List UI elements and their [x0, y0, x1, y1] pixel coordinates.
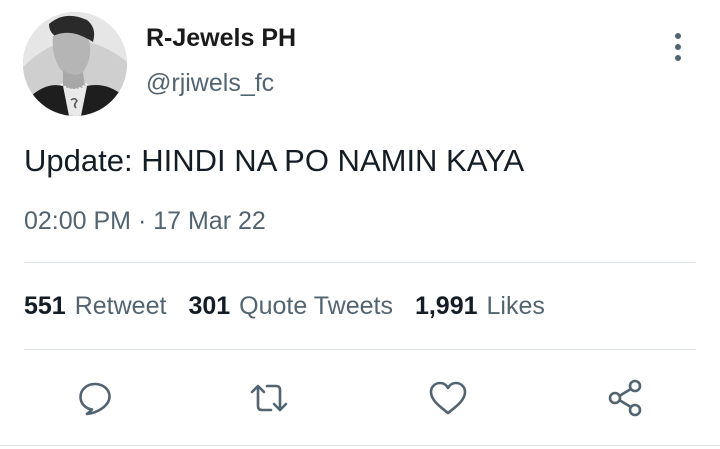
retweet-count: 551 [24, 292, 66, 320]
tweet-detail: R-Jewels PH @rjiwels_fc Update: HINDI NA… [0, 0, 720, 449]
divider [24, 262, 696, 263]
likes-stat[interactable]: 1,991 Likes [415, 291, 545, 321]
reply-icon [79, 382, 111, 416]
like-button[interactable] [423, 373, 473, 423]
engagement-stats: 551 Retweet 301 Quote Tweets 1,991 Likes [24, 291, 567, 321]
retweet-label: Retweet [74, 292, 167, 320]
avatar[interactable] [23, 12, 127, 116]
tweet-text: Update: HINDI NA PO NAMIN KAYA [24, 143, 525, 178]
divider [0, 445, 720, 446]
user-handle[interactable]: @rjiwels_fc [146, 71, 274, 96]
like-icon [429, 381, 467, 415]
share-icon [608, 379, 642, 417]
quote-tweets-stat[interactable]: 301 Quote Tweets [188, 291, 393, 321]
share-button[interactable] [600, 373, 650, 423]
tweet-actions [0, 373, 720, 423]
profile-photo-icon [23, 12, 127, 116]
more-vertical-icon [675, 33, 681, 61]
likes-label: Likes [486, 292, 545, 320]
quote-tweets-count: 301 [188, 292, 231, 320]
divider [24, 349, 696, 350]
retweet-count-stat[interactable]: 551 Retweet [24, 291, 166, 321]
more-options-button[interactable] [662, 30, 694, 64]
retweet-button[interactable] [244, 373, 294, 423]
display-name[interactable]: R-Jewels PH [146, 26, 296, 51]
quote-tweets-label: Quote Tweets [239, 292, 393, 320]
likes-count: 1,991 [414, 292, 478, 320]
reply-button[interactable] [70, 373, 120, 423]
tweet-timestamp[interactable]: 02:00 PM · 17 Mar 22 [24, 206, 266, 236]
retweet-icon [250, 384, 288, 412]
